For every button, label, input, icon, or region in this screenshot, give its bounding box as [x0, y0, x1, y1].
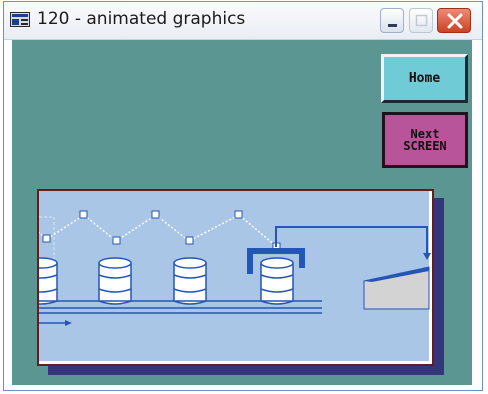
window-title: 120 - animated graphics — [37, 9, 246, 29]
waypoint — [185, 236, 194, 245]
drum — [173, 257, 207, 305]
waypoint — [79, 210, 88, 219]
waypoint — [42, 234, 51, 243]
next-label-line2: SCREEN — [403, 139, 447, 153]
next-screen-button[interactable]: Next SCREEN — [382, 112, 468, 168]
client-area: Home Next SCREEN — [12, 40, 472, 385]
scene-background — [39, 191, 429, 361]
minimize-button[interactable] — [380, 8, 404, 33]
drum — [39, 257, 58, 305]
minimize-icon — [388, 24, 397, 27]
waypoint — [112, 236, 121, 245]
close-icon — [447, 13, 463, 29]
home-button[interactable]: Home — [381, 54, 468, 103]
window-app-icon — [10, 12, 30, 27]
maximize-button[interactable] — [409, 8, 433, 33]
maximize-icon — [415, 14, 428, 27]
waypoint — [234, 210, 243, 219]
title-bar[interactable]: 120 - animated graphics — [4, 2, 482, 40]
drum — [98, 257, 132, 305]
app-window: 120 - animated graphics Home Next SCREEN — [3, 1, 483, 391]
scene-canvas — [39, 191, 431, 361]
close-button[interactable] — [437, 8, 471, 33]
animation-scene — [37, 189, 434, 366]
drum-lifted — [260, 257, 294, 305]
waypoint — [151, 210, 160, 219]
